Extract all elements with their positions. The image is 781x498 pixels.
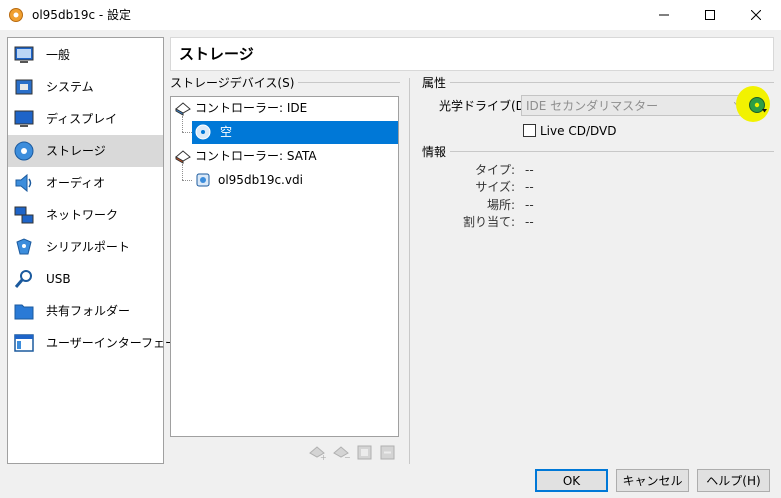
sidebar-item-serial-port[interactable]: シリアルポート	[8, 231, 163, 263]
sidebar-item-system[interactable]: システム	[8, 71, 163, 103]
attributes-label: 属性	[422, 76, 451, 90]
optical-drive-label: 光学ドライブ(D):	[439, 99, 534, 113]
sidebar-item-user-interface[interactable]: ユーザーインターフェース	[8, 327, 188, 359]
remove-attachment-icon[interactable]: −	[333, 444, 350, 461]
tree-item-hard-disk[interactable]: ol95db19c.vdi	[192, 169, 398, 192]
sata-controller-icon	[175, 150, 191, 164]
tree-connector	[182, 180, 192, 181]
window-title: ol95db19c - 設定	[32, 8, 132, 22]
network-icon	[14, 206, 34, 224]
tree-item-label: 空	[220, 125, 233, 139]
storage-tree[interactable]: コントローラー: IDE 空 コントローラー: SATA ol95db19c.v…	[170, 96, 399, 437]
sidebar-item-label: ディスプレイ	[46, 112, 118, 126]
info-type-label: タイプ:	[474, 163, 515, 177]
virtualbox-gear-icon	[9, 8, 23, 22]
sidebar-item-usb[interactable]: USB	[8, 263, 163, 295]
tree-item-ide-controller[interactable]: コントローラー: IDE	[171, 97, 398, 120]
storage-disc-icon	[14, 141, 34, 161]
info-size-value: --	[525, 180, 534, 194]
info-attached-value: --	[525, 215, 534, 229]
maximize-button[interactable]	[687, 0, 733, 30]
info-type-value: --	[525, 163, 534, 177]
page-title: ストレージ	[179, 45, 254, 63]
sidebar-item-label: オーディオ	[46, 176, 106, 190]
sidebar-item-label: 共有フォルダー	[46, 304, 131, 318]
svg-text:−: −	[344, 453, 350, 461]
minimize-icon	[659, 14, 669, 16]
add-controller-icon[interactable]	[356, 444, 373, 461]
close-icon	[751, 10, 761, 20]
help-button[interactable]: ヘルプ(H)	[697, 469, 770, 492]
attributes-group-separator	[422, 82, 774, 83]
choose-disc-icon[interactable]	[748, 95, 768, 115]
hard-disk-icon	[196, 173, 210, 187]
add-attachment-icon[interactable]: +	[309, 444, 326, 461]
tree-connector	[182, 132, 192, 133]
pane-divider	[409, 78, 410, 464]
storage-devices-label: ストレージデバイス(S)	[170, 76, 299, 90]
maximize-icon	[705, 10, 715, 20]
tree-item-label: コントローラー: SATA	[195, 149, 317, 163]
title-bar: ol95db19c - 設定	[0, 0, 781, 30]
sidebar-item-label: シリアルポート	[46, 240, 130, 254]
user-interface-icon	[14, 334, 34, 352]
optical-drive-value: IDE セカンダリマスター	[526, 99, 659, 113]
info-location-label: 場所:	[486, 198, 515, 212]
system-chip-icon	[15, 79, 33, 95]
ok-button[interactable]: OK	[535, 469, 608, 492]
remove-controller-icon[interactable]	[379, 444, 396, 461]
ide-controller-icon	[175, 102, 191, 116]
optical-disc-icon	[195, 124, 211, 140]
information-group-separator	[422, 151, 774, 152]
sidebar-item-display[interactable]: ディスプレイ	[8, 103, 163, 135]
live-cd-label: Live CD/DVD	[540, 124, 617, 138]
general-icon	[14, 46, 34, 63]
usb-icon	[14, 270, 32, 288]
info-attached-label: 割り当て:	[462, 215, 515, 229]
sidebar-item-audio[interactable]: オーディオ	[8, 167, 163, 199]
tree-item-sata-controller[interactable]: コントローラー: SATA	[171, 145, 398, 168]
sidebar-item-storage[interactable]: ストレージ	[8, 135, 163, 167]
page-header: ストレージ	[170, 37, 774, 71]
minimize-button[interactable]	[641, 0, 687, 30]
settings-category-list: 一般 システム ディスプレイ ストレージ オーディオ ネットワーク シリアルポー…	[7, 37, 188, 464]
svg-text:+: +	[320, 453, 326, 461]
live-cd-checkbox[interactable]	[523, 124, 536, 137]
tree-connector	[182, 164, 183, 180]
sidebar-item-label: ストレージ	[46, 144, 106, 158]
display-monitor-icon	[14, 110, 34, 127]
info-location-value: --	[525, 198, 534, 212]
info-size-label: サイズ:	[475, 180, 515, 194]
optical-drive-select[interactable]: IDE セカンダリマスター	[521, 95, 747, 116]
information-label: 情報	[422, 145, 451, 159]
serial-port-icon	[16, 238, 32, 255]
close-button[interactable]	[733, 0, 779, 30]
shared-folder-icon	[14, 304, 34, 320]
tree-connector	[182, 116, 183, 132]
sidebar-item-label: ユーザーインターフェース	[46, 336, 189, 350]
cancel-button[interactable]: キャンセル	[616, 469, 689, 492]
sidebar-item-label: システム	[46, 80, 94, 94]
sidebar-item-general[interactable]: 一般	[8, 39, 163, 71]
audio-speaker-icon	[15, 173, 32, 193]
tree-item-label: コントローラー: IDE	[195, 101, 308, 115]
sidebar-item-label: ネットワーク	[46, 208, 119, 222]
sidebar-item-label: 一般	[46, 48, 71, 62]
sidebar-item-shared-folders[interactable]: 共有フォルダー	[8, 295, 163, 327]
sidebar-item-label: USB	[46, 272, 71, 286]
tree-item-empty-optical[interactable]: 空	[192, 121, 398, 144]
sidebar-item-network[interactable]: ネットワーク	[8, 199, 163, 231]
tree-item-label: ol95db19c.vdi	[218, 173, 303, 187]
